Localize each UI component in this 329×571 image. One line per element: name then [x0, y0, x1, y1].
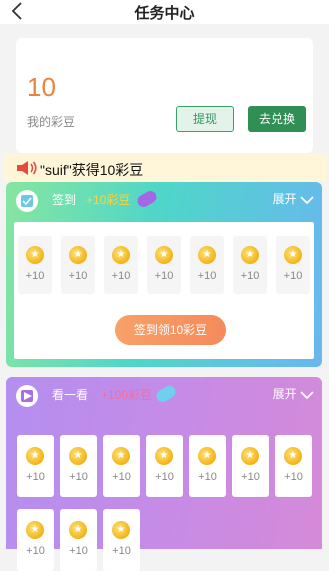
day-reward: +10	[240, 270, 260, 282]
coin-icon: ★	[69, 246, 87, 264]
day-reward: +10	[68, 270, 88, 282]
coin-icon: ★	[241, 447, 259, 465]
day-reward: +10	[25, 270, 45, 282]
expand-label: 展开	[272, 192, 297, 206]
beans-balance: 10	[27, 72, 56, 102]
watch-reward-amount: +10	[284, 471, 303, 483]
speaker-icon	[17, 161, 37, 175]
coin-icon: ★	[69, 521, 87, 539]
watch-expand-button[interactable]: 展开	[273, 385, 314, 402]
coin-icon: ★	[112, 521, 130, 539]
watch-item[interactable]: ★ +10	[17, 509, 54, 571]
watch-reward-amount: +10	[69, 471, 88, 483]
watch-item[interactable]: ★ +10	[60, 509, 97, 571]
coin-icon: ★	[198, 246, 216, 264]
top-bar: 任务中心	[0, 0, 329, 24]
chevron-down-icon	[300, 391, 314, 400]
signin-expand-button[interactable]: 展开	[273, 190, 314, 207]
watch-reward: +100彩豆	[101, 388, 153, 402]
day-reward: +10	[111, 270, 131, 282]
watch-item[interactable]: ★ +10	[146, 435, 183, 497]
checkbox-icon	[16, 190, 38, 212]
day-card: ★ +10	[276, 236, 310, 294]
watch-reward-amount: +10	[112, 545, 131, 557]
signin-reward: +10彩豆	[86, 193, 131, 207]
coin-icon: ★	[155, 447, 173, 465]
watch-reward-amount: +10	[69, 545, 88, 557]
page-title: 任务中心	[134, 5, 195, 22]
coin-icon: ★	[26, 447, 44, 465]
coin-icon: ★	[69, 447, 87, 465]
watch-reward-amount: +10	[26, 545, 45, 557]
coin-icon: ★	[26, 521, 44, 539]
signin-panel: 签到 +10彩豆 展开 ★ +10 ★ +10 ★ +10 ★ +10 ★ +1…	[6, 182, 322, 367]
bean-icon	[154, 383, 178, 405]
day-reward: +10	[197, 270, 217, 282]
watch-title: 看一看	[52, 388, 89, 402]
watch-item[interactable]: ★ +10	[60, 435, 97, 497]
watch-reward-amount: +10	[241, 471, 260, 483]
expand-label: 展开	[272, 387, 297, 401]
chevron-down-icon	[300, 196, 314, 205]
watch-reward-amount: +10	[26, 471, 45, 483]
day-reward: +10	[154, 270, 174, 282]
signin-button[interactable]: 签到领10彩豆	[115, 315, 226, 345]
withdraw-button[interactable]: 提现	[176, 106, 234, 132]
signin-days: ★ +10 ★ +10 ★ +10 ★ +10 ★ +10 ★ +10 ★ +1…	[14, 222, 314, 359]
watch-reward-amount: +10	[155, 471, 174, 483]
coin-icon: ★	[284, 447, 302, 465]
exchange-button[interactable]: 去兑换	[248, 106, 306, 132]
coin-icon: ★	[155, 246, 173, 264]
day-card: ★ +10	[18, 236, 52, 294]
coin-icon: ★	[241, 246, 259, 264]
video-icon	[16, 385, 38, 407]
watch-item[interactable]: ★ +10	[103, 435, 140, 497]
watch-reward-amount: +10	[198, 471, 217, 483]
coin-icon: ★	[112, 447, 130, 465]
coin-icon: ★	[112, 246, 130, 264]
day-card: ★ +10	[190, 236, 224, 294]
watch-panel: 看一看 +100彩豆 展开 ★ +10 ★ +10 ★ +10 ★ +10 ★ …	[6, 377, 322, 571]
watch-item[interactable]: ★ +10	[17, 435, 54, 497]
coin-icon: ★	[198, 447, 216, 465]
day-card: ★ +10	[104, 236, 138, 294]
watch-item[interactable]: ★ +10	[189, 435, 226, 497]
day-card: ★ +10	[233, 236, 267, 294]
watch-item[interactable]: ★ +10	[275, 435, 312, 497]
coin-icon: ★	[284, 246, 302, 264]
beans-label: 我的彩豆	[27, 115, 76, 129]
watch-item[interactable]: ★ +10	[232, 435, 269, 497]
day-card: ★ +10	[61, 236, 95, 294]
beans-card: 10 我的彩豆 提现 去兑换	[16, 38, 313, 153]
watch-reward-amount: +10	[112, 471, 131, 483]
day-card: ★ +10	[147, 236, 181, 294]
bean-icon	[135, 188, 159, 210]
notice-text: "suif"获得10彩豆	[40, 162, 144, 178]
signin-title: 签到	[52, 193, 77, 207]
coin-icon: ★	[26, 246, 44, 264]
notice-bar: "suif"获得10彩豆	[4, 154, 327, 182]
day-reward: +10	[283, 270, 303, 282]
watch-item[interactable]: ★ +10	[103, 509, 140, 571]
